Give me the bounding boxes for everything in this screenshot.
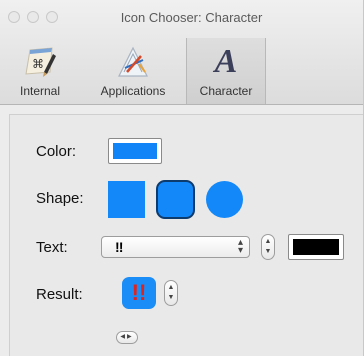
command-key-pen-icon: ⌘ [25,47,56,77]
stepper-up-icon: ▲ [167,284,175,291]
color-label: Color: [36,143,77,160]
toolbar-item-character[interactable]: A Character [186,38,266,104]
shape-rounded-square-button[interactable] [156,180,195,219]
text-character-popup[interactable]: ‼ ▴ ▾ [101,236,250,258]
shape-circle-button[interactable] [206,181,243,218]
result-preview-icon: !! [122,277,156,309]
character-options-panel: Color: Shape: Text: ‼ ▴ ▾ ▲ ▼ Result: !! … [9,114,363,356]
window-title: Icon Chooser: Character [120,10,263,25]
text-character-value: ‼ [115,239,124,255]
popup-arrows-icon: ▴ ▾ [237,237,243,256]
text-color-well[interactable] [288,234,344,260]
color-swatch [113,143,157,159]
shape-square-button[interactable] [108,181,145,218]
toolbar-label-applications: Applications [100,84,166,98]
result-label: Result: [36,286,83,303]
icon-chooser-window: Icon Chooser: Character ⌘ Internal Appli… [0,0,364,356]
text-color-swatch [293,239,339,255]
text-label: Text: [36,239,68,256]
stepper-up-icon: ▲ [264,238,272,245]
toolbar-item-applications[interactable]: Applications [86,38,180,104]
svg-text:⌘: ⌘ [32,57,44,71]
stepper-down-icon: ▼ [167,294,175,301]
toolbar-item-internal[interactable]: ⌘ Internal [2,38,78,104]
stepper-down-icon: ▼ [264,248,272,255]
result-stepper[interactable]: ▲ ▼ [164,280,178,306]
title-bar: Icon Chooser: Character ⌘ Internal Appli… [0,0,363,105]
letter-a-icon: A [214,43,238,80]
toolbar-label-internal: Internal [19,84,61,98]
toolbar-label-character: Character [199,84,253,98]
applications-folder-icon [118,46,148,77]
color-well[interactable] [108,138,162,164]
result-horizontal-stepper[interactable]: ◀▶ [116,331,138,344]
text-stepper[interactable]: ▲ ▼ [261,234,275,260]
shape-label: Shape: [36,190,84,207]
